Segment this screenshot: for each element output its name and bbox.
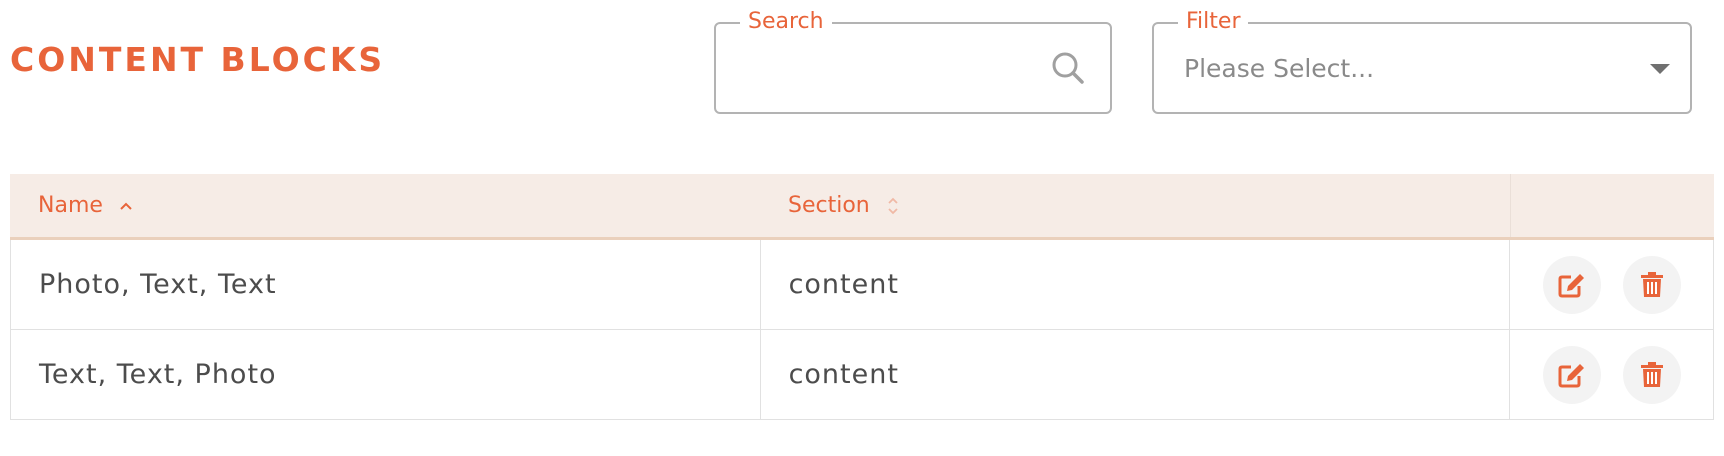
column-header-name[interactable]: Name: [10, 174, 760, 237]
filter-select[interactable]: Filter Please Select...: [1152, 9, 1692, 114]
table-header: Name Section: [10, 174, 1714, 240]
sort-both-icon[interactable]: [886, 195, 900, 217]
cell-section: content: [761, 330, 1511, 419]
edit-button[interactable]: [1542, 345, 1601, 404]
delete-button[interactable]: [1622, 345, 1681, 404]
edit-icon: [1558, 363, 1584, 387]
search-field[interactable]: Search: [714, 9, 1112, 114]
column-header-label: Name: [38, 193, 103, 218]
chevron-down-icon[interactable]: [1650, 64, 1670, 74]
edit-button[interactable]: [1542, 255, 1601, 314]
page-title: CONTENT BLOCKS: [10, 40, 386, 79]
sort-ascending-icon[interactable]: [119, 201, 133, 211]
table-body: Photo, Text, Text content Text, Text, Ph…: [10, 240, 1714, 420]
cell-section: content: [761, 240, 1511, 329]
edit-icon: [1558, 273, 1584, 297]
filter-selected-value: Please Select...: [1184, 54, 1375, 83]
table-row: Text, Text, Photo content: [11, 330, 1713, 420]
search-input[interactable]: [736, 44, 1040, 94]
content-blocks-table: Name Section Photo, Text, Text content T…: [10, 174, 1714, 420]
search-label: Search: [740, 9, 832, 35]
column-header-section[interactable]: Section: [760, 174, 1510, 237]
trash-icon: [1640, 271, 1663, 297]
cell-name: Photo, Text, Text: [11, 240, 761, 329]
cell-name: Text, Text, Photo: [11, 330, 761, 419]
column-header-actions: [1510, 174, 1714, 237]
column-header-label: Section: [788, 193, 870, 218]
filter-label: Filter: [1178, 9, 1249, 35]
trash-icon: [1640, 361, 1663, 387]
delete-button[interactable]: [1622, 255, 1681, 314]
search-icon[interactable]: [1050, 50, 1086, 86]
row-actions: [1510, 330, 1713, 419]
row-actions: [1510, 240, 1713, 329]
table-row: Photo, Text, Text content: [11, 240, 1713, 330]
